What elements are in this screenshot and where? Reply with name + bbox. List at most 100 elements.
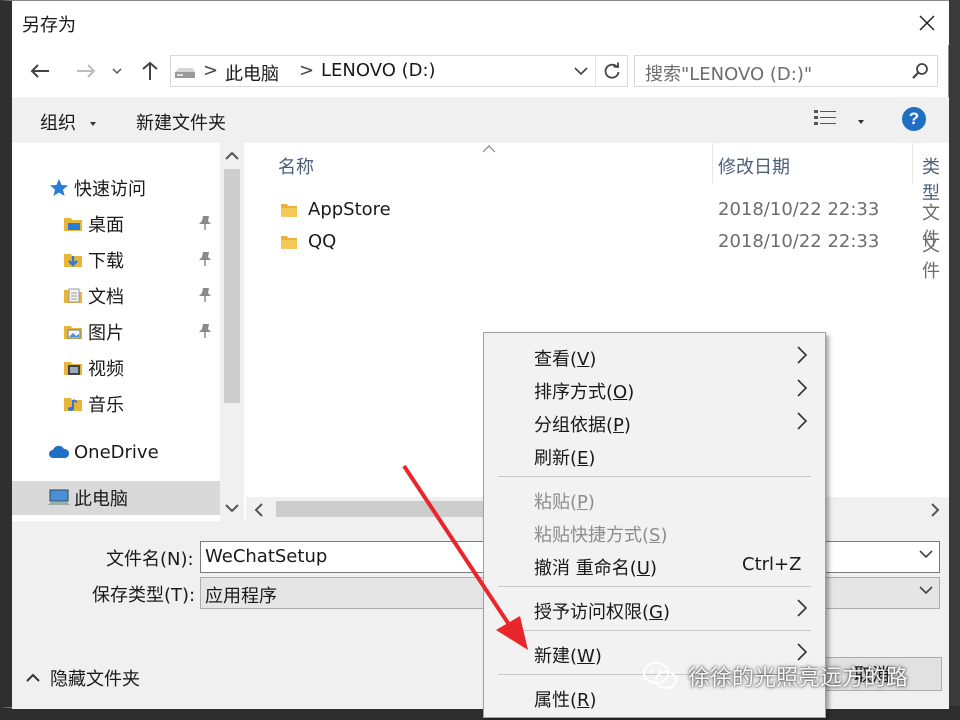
address-bar[interactable]: > 此电脑 > LENOVO (D:) — [170, 55, 628, 87]
scroll-up-icon — [225, 151, 239, 160]
table-row[interactable]: AppStore 2018/10/22 22:33 文件 — [246, 195, 949, 250]
pin-icon — [198, 251, 212, 272]
column-divider[interactable] — [712, 143, 713, 183]
menu-item-refresh[interactable]: 刷新(E) — [484, 438, 825, 471]
watermark-text: 徐徐的光照亮远方的路 — [688, 666, 909, 691]
sidebar-item-downloads[interactable]: 下载 — [62, 243, 124, 277]
submenu-arrow-icon — [797, 412, 808, 430]
menu-item-sort-by[interactable]: 排序方式(O) — [484, 372, 825, 405]
table-row[interactable]: QQ 2018/10/22 22:33 文件 — [246, 227, 949, 282]
refresh-icon — [604, 62, 619, 79]
chevron-down-icon — [919, 550, 933, 559]
menu-item-label: 粘贴 — [534, 492, 570, 513]
up-button[interactable] — [136, 57, 164, 85]
view-options-button[interactable] — [814, 109, 866, 132]
hide-folders-toggle[interactable]: 隐藏文件夹 — [26, 665, 140, 691]
breadcrumb-separator: > — [203, 60, 219, 81]
refresh-button[interactable] — [595, 56, 627, 86]
menu-item-accesskey: P — [613, 415, 624, 436]
menu-item-label: 分组依据 — [534, 415, 606, 436]
close-icon — [919, 15, 935, 31]
onedrive-cloud-icon — [48, 441, 70, 463]
organize-button[interactable]: 组织 — [40, 109, 98, 135]
sidebar-item-label: 文档 — [88, 287, 124, 308]
file-name: AppStore — [308, 199, 391, 220]
address-row: > 此电脑 > LENOVO (D:) 搜索"LENOVO (D:)" — [12, 45, 949, 97]
menu-item-accesskey: R — [577, 690, 590, 711]
hide-folders-label: 隐藏文件夹 — [50, 669, 140, 690]
menu-item-undo-rename[interactable]: 撤消 重命名(U) Ctrl+Z — [484, 548, 825, 581]
sidebar-item-label: 此电脑 — [74, 489, 128, 510]
sidebar-item-music[interactable]: 音乐 — [62, 387, 124, 421]
menu-item-group-by[interactable]: 分组依据(P) — [484, 405, 825, 438]
music-folder-icon — [62, 393, 84, 415]
filename-label: 文件名(N): — [106, 549, 194, 570]
file-modified: 2018/10/22 22:33 — [718, 231, 880, 252]
menu-item-paste-shortcut[interactable]: 粘贴快捷方式(S) — [484, 515, 825, 548]
sidebar-item-this-pc[interactable]: 此电脑 — [12, 481, 220, 515]
sidebar-item-pictures[interactable]: 图片 — [62, 315, 124, 349]
submenu-arrow-icon — [797, 379, 808, 397]
address-history-button[interactable] — [569, 56, 593, 86]
dropdown-triangle-icon — [89, 122, 96, 126]
menu-separator — [498, 630, 811, 631]
nav-pane-scrollbar[interactable] — [220, 143, 244, 521]
sidebar-item-desktop[interactable]: 桌面 — [62, 207, 124, 241]
help-button[interactable]: ? — [902, 107, 926, 131]
sidebar-item-quick-access[interactable]: 快速访问 — [48, 171, 146, 205]
sidebar-item-label: 图片 — [88, 323, 124, 344]
menu-separator — [498, 476, 811, 477]
recent-locations-button[interactable] — [108, 57, 126, 85]
menu-item-paste[interactable]: 粘贴(P) — [484, 482, 825, 515]
download-folder-icon — [62, 249, 84, 271]
menu-item-accesskey: P — [577, 492, 588, 513]
sidebar-item-videos[interactable]: 视频 — [62, 351, 124, 385]
menu-item-accesskey: S — [649, 525, 661, 546]
column-divider[interactable] — [912, 143, 913, 183]
menu-item-label: 粘贴快捷方式 — [534, 525, 642, 546]
menu-item-label: 排序方式 — [534, 382, 606, 403]
column-header-name[interactable]: 名称 — [278, 153, 314, 179]
star-icon — [48, 177, 70, 199]
search-icon — [911, 62, 929, 85]
menu-item-accesskey: W — [577, 646, 595, 667]
sidebar-item-documents[interactable]: 文档 — [62, 279, 124, 313]
up-arrow-icon — [142, 61, 158, 80]
computer-icon — [48, 487, 70, 509]
breadcrumb-drive[interactable]: LENOVO (D:) — [321, 60, 436, 81]
new-folder-button[interactable]: 新建文件夹 — [136, 109, 226, 135]
close-button[interactable] — [909, 5, 945, 41]
back-button[interactable] — [26, 57, 54, 85]
submenu-arrow-icon — [797, 599, 808, 617]
breadcrumb-separator: > — [299, 60, 315, 81]
menu-item-view[interactable]: 查看(V) — [484, 339, 825, 372]
scroll-down-icon — [225, 504, 239, 513]
sidebar-item-label: 音乐 — [88, 395, 124, 416]
search-box[interactable]: 搜索"LENOVO (D:)" — [634, 55, 938, 87]
forward-button[interactable] — [72, 57, 100, 85]
menu-separator — [498, 586, 811, 587]
search-placeholder: 搜索"LENOVO (D:)" — [645, 64, 813, 85]
wechat-logo-icon — [643, 662, 677, 689]
sidebar-item-label: 快速访问 — [74, 179, 146, 200]
column-header-date[interactable]: 修改日期 — [718, 153, 790, 179]
menu-item-accesskey: O — [613, 382, 628, 403]
folder-icon — [280, 201, 298, 224]
filetype-value: 应用程序 — [205, 586, 277, 607]
chevron-down-icon — [919, 586, 933, 595]
scroll-thumb[interactable] — [224, 169, 240, 403]
menu-item-accesskey: V — [577, 349, 590, 370]
sort-ascending-icon — [482, 145, 496, 153]
menu-item-shortcut: Ctrl+Z — [742, 554, 802, 575]
scroll-left-icon — [254, 503, 263, 517]
pin-icon — [198, 323, 212, 344]
pictures-folder-icon — [62, 321, 84, 343]
menu-item-give-access[interactable]: 授予访问权限(G) — [484, 592, 825, 625]
menu-item-accesskey: E — [577, 448, 589, 469]
forward-arrow-icon — [77, 64, 96, 78]
chevron-down-icon — [574, 67, 588, 76]
breadcrumb-this-pc[interactable]: 此电脑 — [225, 60, 279, 86]
submenu-arrow-icon — [797, 346, 808, 364]
menu-item-label: 刷新 — [534, 448, 570, 469]
sidebar-item-onedrive[interactable]: OneDrive — [48, 435, 159, 469]
